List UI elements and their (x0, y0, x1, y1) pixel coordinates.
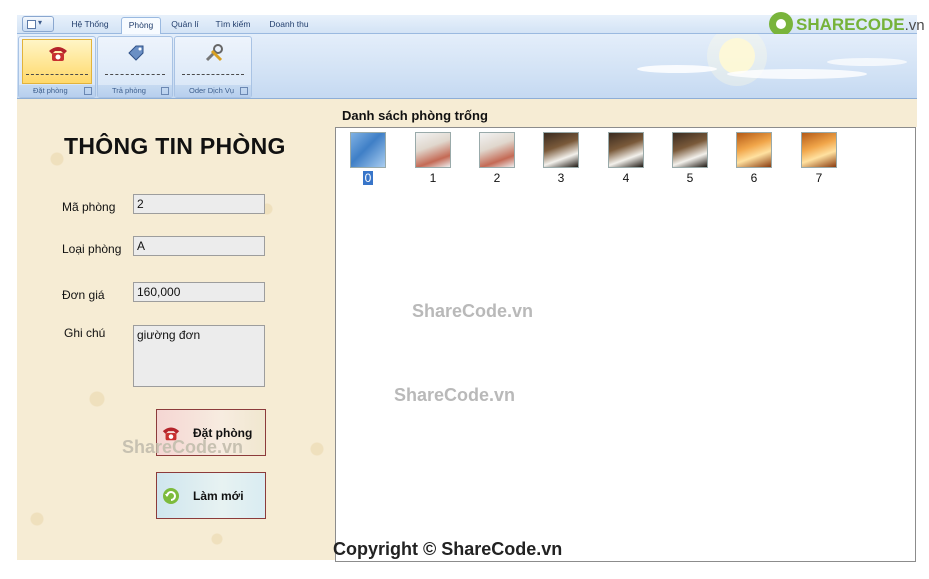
room-thumbnail[interactable] (801, 132, 837, 168)
room-number-text: 1 (429, 171, 437, 185)
room-thumbnail[interactable] (672, 132, 708, 168)
refresh-icon (163, 488, 179, 504)
room-number: 5 (672, 171, 708, 185)
group-dat-phong: Đặt phòng (18, 36, 96, 98)
tab-tim-kiem[interactable]: Tìm kiếm (211, 17, 255, 33)
group-label-text: Oder Dịch Vụ (189, 86, 235, 95)
tab-doanh-thu[interactable]: Doanh thu (263, 17, 315, 33)
room-list-title: Danh sách phòng trống (342, 108, 488, 123)
copyright-text: Copyright © ShareCode.vn (333, 539, 563, 559)
group-label-text: Trả phòng (112, 86, 146, 95)
tab-phong[interactable]: Phòng (121, 17, 161, 34)
room-number-text: 2 (493, 171, 501, 185)
room-number-text: 6 (750, 171, 758, 185)
room-number: 2 (479, 171, 515, 185)
sky-decoration (637, 34, 907, 86)
group-oder-dich-vu: Oder Dịch Vụ (174, 36, 252, 98)
loai-phong-field[interactable]: A (133, 236, 265, 256)
app-menu-icon (27, 20, 36, 29)
room-number-text: 0 (362, 171, 374, 185)
group-label: Trả phòng (98, 85, 172, 97)
room-number: 4 (608, 171, 644, 185)
ghi-chu-label: Ghi chú (64, 326, 106, 340)
room-thumbnail[interactable] (479, 132, 515, 168)
logo-brand: SHARECODE (796, 15, 905, 34)
room-list[interactable]: 0 1 2 3 4 5 6 7 (335, 127, 916, 562)
room-item[interactable]: 1 (415, 132, 451, 185)
page-title: THÔNG TIN PHÒNG (64, 133, 286, 159)
watermark-text: ShareCode.vn (122, 437, 244, 457)
room-number-text: 3 (557, 171, 565, 185)
watermark-text: ShareCode.vn (412, 301, 534, 321)
don-gia-field[interactable]: 160,000 (133, 282, 265, 302)
room-thumbnail[interactable] (415, 132, 451, 168)
oder-dich-vu-ribbon-button[interactable] (178, 39, 248, 84)
group-label-text: Đặt phòng (33, 86, 68, 95)
room-number: 3 (543, 171, 579, 185)
separator (105, 74, 165, 75)
room-number: 7 (801, 171, 837, 185)
lam-moi-button-label: Làm mới (193, 489, 244, 503)
room-thumbnail[interactable] (350, 132, 386, 168)
tag-icon (128, 45, 144, 61)
room-thumbnail[interactable] (736, 132, 772, 168)
separator (26, 74, 88, 75)
room-thumbnail[interactable] (543, 132, 579, 168)
chevron-down-icon: ▾ (38, 18, 43, 27)
logo-suffix: .vn (904, 17, 925, 34)
dialog-launcher-icon[interactable] (240, 87, 248, 95)
room-number: 6 (736, 171, 772, 185)
don-gia-label: Đơn giá (62, 288, 105, 302)
separator (182, 74, 244, 75)
phone-icon (49, 47, 67, 61)
room-number: 1 (415, 171, 451, 185)
tab-quan-li[interactable]: Quản lí (165, 17, 205, 33)
group-tra-phong: Trả phòng (97, 36, 173, 98)
room-item[interactable]: 5 (672, 132, 708, 185)
room-thumbnail[interactable] (608, 132, 644, 168)
tra-phong-ribbon-button[interactable] (101, 39, 169, 84)
room-item[interactable]: 4 (608, 132, 644, 185)
hotel-app-window: ▾ Hệ Thống Phòng Quản lí Tìm kiếm Doanh … (0, 0, 929, 579)
room-number-text: 7 (815, 171, 823, 185)
room-item[interactable]: 7 (801, 132, 837, 185)
tab-he-thong[interactable]: Hệ Thống (65, 17, 115, 33)
room-number-text: 5 (686, 171, 694, 185)
dialog-launcher-icon[interactable] (161, 87, 169, 95)
tools-icon (205, 44, 223, 62)
dat-phong-ribbon-button[interactable] (22, 39, 92, 84)
ghi-chu-field[interactable]: giường đơn (133, 325, 265, 387)
group-label: Oder Dịch Vụ (175, 85, 251, 97)
lam-moi-button[interactable]: Làm mới (156, 472, 266, 519)
room-item[interactable]: 2 (479, 132, 515, 185)
dialog-launcher-icon[interactable] (84, 87, 92, 95)
loai-phong-label: Loại phòng (62, 242, 122, 256)
app-menu-button[interactable]: ▾ (22, 16, 54, 32)
ma-phong-field[interactable]: 2 (133, 194, 265, 214)
room-item[interactable]: 6 (736, 132, 772, 185)
logo-icon (769, 12, 793, 36)
room-number: 0 (350, 171, 386, 185)
group-label: Đặt phòng (19, 85, 95, 97)
ribbon-panel: Đặt phòng Trả phòng Oder Dịch Vụ (17, 34, 917, 99)
room-number-text: 4 (622, 171, 630, 185)
ma-phong-label: Mã phòng (62, 200, 116, 214)
room-info-panel: THÔNG TIN PHÒNG Mã phòng 2 Loại phòng A … (17, 99, 335, 560)
watermark-text: ShareCode.vn (394, 385, 516, 405)
room-item[interactable]: 0 (350, 132, 386, 185)
room-item[interactable]: 3 (543, 132, 579, 185)
